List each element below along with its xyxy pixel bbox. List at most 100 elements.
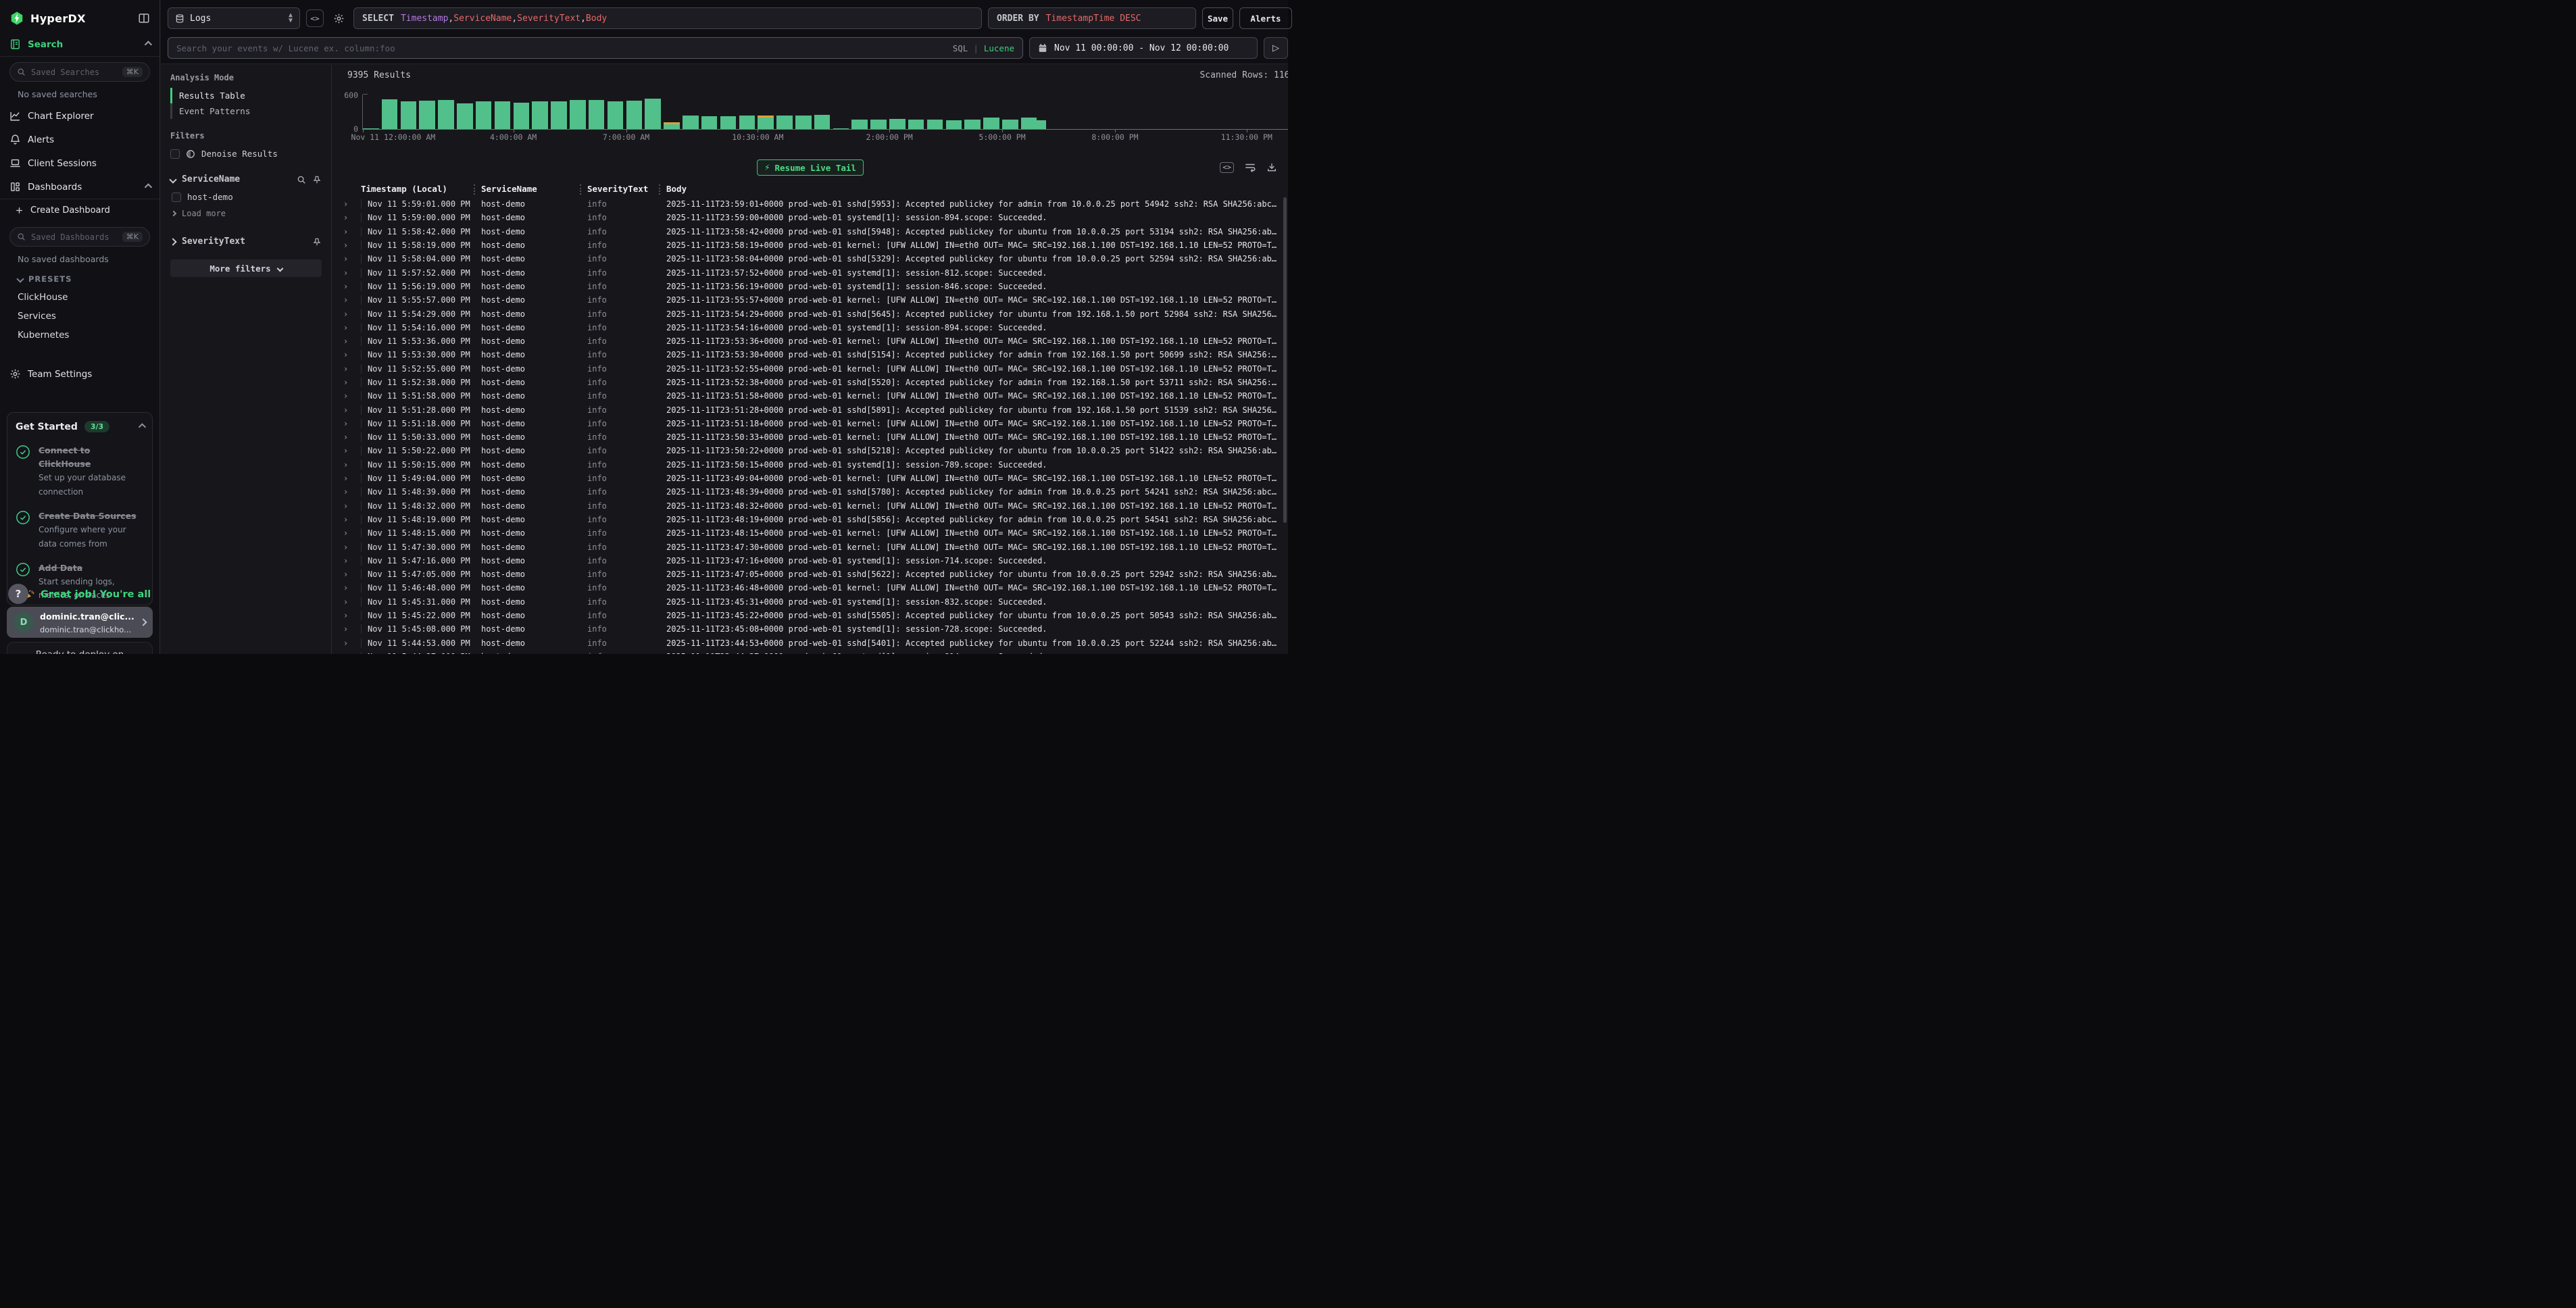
- histogram-bar[interactable]: [720, 116, 737, 129]
- expand-row-icon[interactable]: ›: [343, 364, 361, 374]
- histogram-bar[interactable]: [514, 103, 530, 129]
- create-dashboard-button[interactable]: Create Dashboard: [0, 199, 159, 222]
- log-row[interactable]: › Nov 11 5:56:19.000 PM host-demo info 2…: [332, 280, 1288, 293]
- log-row[interactable]: › Nov 11 5:54:16.000 PM host-demo info 2…: [332, 321, 1288, 334]
- log-row[interactable]: › Nov 11 5:54:29.000 PM host-demo info 2…: [332, 307, 1288, 320]
- histogram-bar[interactable]: [908, 120, 924, 129]
- log-row[interactable]: › Nov 11 5:48:32.000 PM host-demo info 2…: [332, 499, 1288, 513]
- log-row[interactable]: › Nov 11 5:57:52.000 PM host-demo info 2…: [332, 266, 1288, 279]
- log-row[interactable]: › Nov 11 5:52:38.000 PM host-demo info 2…: [332, 376, 1288, 389]
- pin-icon[interactable]: [312, 237, 322, 247]
- log-row[interactable]: › Nov 11 5:59:01.000 PM host-demo info 2…: [332, 197, 1288, 211]
- histogram-bar[interactable]: [851, 120, 868, 129]
- histogram-bar[interactable]: [776, 116, 793, 129]
- expand-row-icon[interactable]: ›: [343, 487, 361, 497]
- resume-live-tail-button[interactable]: ⚡ Resume Live Tail: [757, 159, 864, 176]
- log-row[interactable]: › Nov 11 5:46:48.000 PM host-demo info 2…: [332, 581, 1288, 595]
- alerts-button[interactable]: Alerts: [1239, 7, 1292, 29]
- expand-row-icon[interactable]: ›: [343, 556, 361, 565]
- expand-row-icon[interactable]: ›: [343, 323, 361, 332]
- expand-row-icon[interactable]: ›: [343, 405, 361, 415]
- expand-row-icon[interactable]: ›: [343, 528, 361, 538]
- preset-clickhouse[interactable]: ClickHouse: [0, 288, 159, 307]
- sidebar-item-dashboards[interactable]: Dashboards: [0, 175, 159, 199]
- histogram-bar[interactable]: [889, 119, 906, 129]
- histogram-bar[interactable]: [758, 116, 774, 129]
- checkbox[interactable]: [172, 193, 181, 202]
- log-row[interactable]: › Nov 11 5:47:05.000 PM host-demo info 2…: [332, 568, 1288, 581]
- histogram-bar[interactable]: [683, 116, 699, 129]
- mode-event-patterns[interactable]: Event Patterns: [172, 103, 322, 119]
- histogram-bar[interactable]: [495, 101, 511, 129]
- histogram-bar[interactable]: [438, 100, 454, 129]
- expand-row-icon[interactable]: ›: [343, 515, 361, 524]
- log-row[interactable]: › Nov 11 5:47:16.000 PM host-demo info 2…: [332, 554, 1288, 568]
- expand-row-icon[interactable]: ›: [343, 391, 361, 401]
- log-row[interactable]: › Nov 11 5:50:15.000 PM host-demo info 2…: [332, 458, 1288, 472]
- download-icon[interactable]: [1266, 162, 1277, 173]
- expand-row-icon[interactable]: ›: [343, 652, 361, 654]
- histogram-bar[interactable]: [1031, 120, 1047, 129]
- histogram-bar[interactable]: [833, 128, 849, 129]
- log-row[interactable]: › Nov 11 5:48:39.000 PM host-demo info 2…: [332, 485, 1288, 499]
- histogram-bar[interactable]: [946, 120, 962, 129]
- filter-group-severitytext[interactable]: SeverityText: [161, 230, 331, 250]
- histogram-plot[interactable]: Nov 11 12:00:00 AM4:00:00 AM7:00:00 AM10…: [362, 95, 1288, 130]
- expand-row-icon[interactable]: ›: [343, 570, 361, 579]
- expand-row-icon[interactable]: ›: [343, 446, 361, 455]
- log-row[interactable]: › Nov 11 5:47:30.000 PM host-demo info 2…: [332, 540, 1288, 553]
- histogram-bar[interactable]: [701, 116, 718, 129]
- expand-row-icon[interactable]: ›: [343, 419, 361, 428]
- log-row[interactable]: › Nov 11 5:51:28.000 PM host-demo info 2…: [332, 403, 1288, 416]
- run-query-button[interactable]: ▷: [1264, 37, 1288, 59]
- saved-searches-input[interactable]: Saved Searches ⌘K: [9, 62, 150, 82]
- log-row[interactable]: › Nov 11 5:53:36.000 PM host-demo info 2…: [332, 334, 1288, 348]
- expand-row-icon[interactable]: ›: [343, 336, 361, 346]
- date-range-picker[interactable]: Nov 11 00:00:00 - Nov 12 00:00:00: [1029, 37, 1258, 59]
- save-button[interactable]: Save: [1202, 7, 1233, 29]
- source-select[interactable]: Logs ▲▼: [168, 7, 300, 29]
- log-row[interactable]: › Nov 11 5:45:31.000 PM host-demo info 2…: [332, 595, 1288, 609]
- select-expression-input[interactable]: SELECT Timestamp,ServiceName,SeverityTex…: [353, 7, 982, 29]
- lang-toggle-lucene[interactable]: Lucene: [984, 43, 1014, 53]
- expand-row-icon[interactable]: ›: [343, 295, 361, 305]
- expand-row-icon[interactable]: ›: [343, 378, 361, 387]
- expand-row-icon[interactable]: ›: [343, 474, 361, 483]
- col-timestamp[interactable]: Timestamp (Local): [361, 184, 481, 194]
- histogram-bar[interactable]: [964, 120, 981, 129]
- get-started-item[interactable]: Connect to ClickHouse Set up your databa…: [16, 443, 144, 498]
- lang-toggle-sql[interactable]: SQL: [953, 43, 968, 53]
- histogram-bar[interactable]: [382, 99, 398, 129]
- histogram-bar[interactable]: [419, 101, 435, 129]
- expand-row-icon[interactable]: ›: [343, 241, 361, 250]
- results-histogram[interactable]: 600 0 Nov 11 12:00:00 AM4:00:00 AM7:00:0…: [342, 88, 1288, 145]
- filter-option-host-demo[interactable]: host-demo: [161, 188, 331, 206]
- log-row[interactable]: › Nov 11 5:45:22.000 PM host-demo info 2…: [332, 609, 1288, 622]
- histogram-bar[interactable]: [532, 101, 548, 129]
- expand-row-icon[interactable]: ›: [343, 624, 361, 634]
- expand-row-icon[interactable]: ›: [343, 199, 361, 209]
- get-started-item[interactable]: Create Data Sources Configure where your…: [16, 509, 144, 550]
- histogram-bar[interactable]: [363, 128, 379, 129]
- scrollbar-thumb[interactable]: [1283, 197, 1287, 523]
- col-severitytext[interactable]: SeverityText: [587, 184, 666, 194]
- event-search-input[interactable]: Search your events w/ Lucene ex. column:…: [168, 37, 1023, 59]
- load-more-button[interactable]: Load more: [161, 206, 331, 221]
- preset-services[interactable]: Services: [0, 307, 159, 326]
- presets-toggle[interactable]: PRESETS: [0, 269, 159, 288]
- histogram-bar[interactable]: [570, 100, 586, 129]
- table-code-icon[interactable]: <>: [1220, 162, 1234, 173]
- histogram-bar[interactable]: [589, 100, 605, 129]
- log-row[interactable]: › Nov 11 5:51:18.000 PM host-demo info 2…: [332, 417, 1288, 430]
- settings-gear-icon[interactable]: [330, 9, 347, 27]
- log-row[interactable]: › Nov 11 5:48:15.000 PM host-demo info 2…: [332, 526, 1288, 540]
- log-row[interactable]: › Nov 11 5:52:55.000 PM host-demo info 2…: [332, 362, 1288, 376]
- log-row[interactable]: › Nov 11 5:59:00.000 PM host-demo info 2…: [332, 211, 1288, 224]
- histogram-bar[interactable]: [645, 99, 661, 129]
- histogram-bar[interactable]: [814, 115, 831, 129]
- histogram-bar[interactable]: [457, 103, 473, 129]
- more-filters-button[interactable]: More filters: [170, 259, 322, 277]
- histogram-bar[interactable]: [927, 120, 943, 129]
- histogram-bar[interactable]: [1002, 120, 1018, 129]
- histogram-bar[interactable]: [739, 116, 756, 129]
